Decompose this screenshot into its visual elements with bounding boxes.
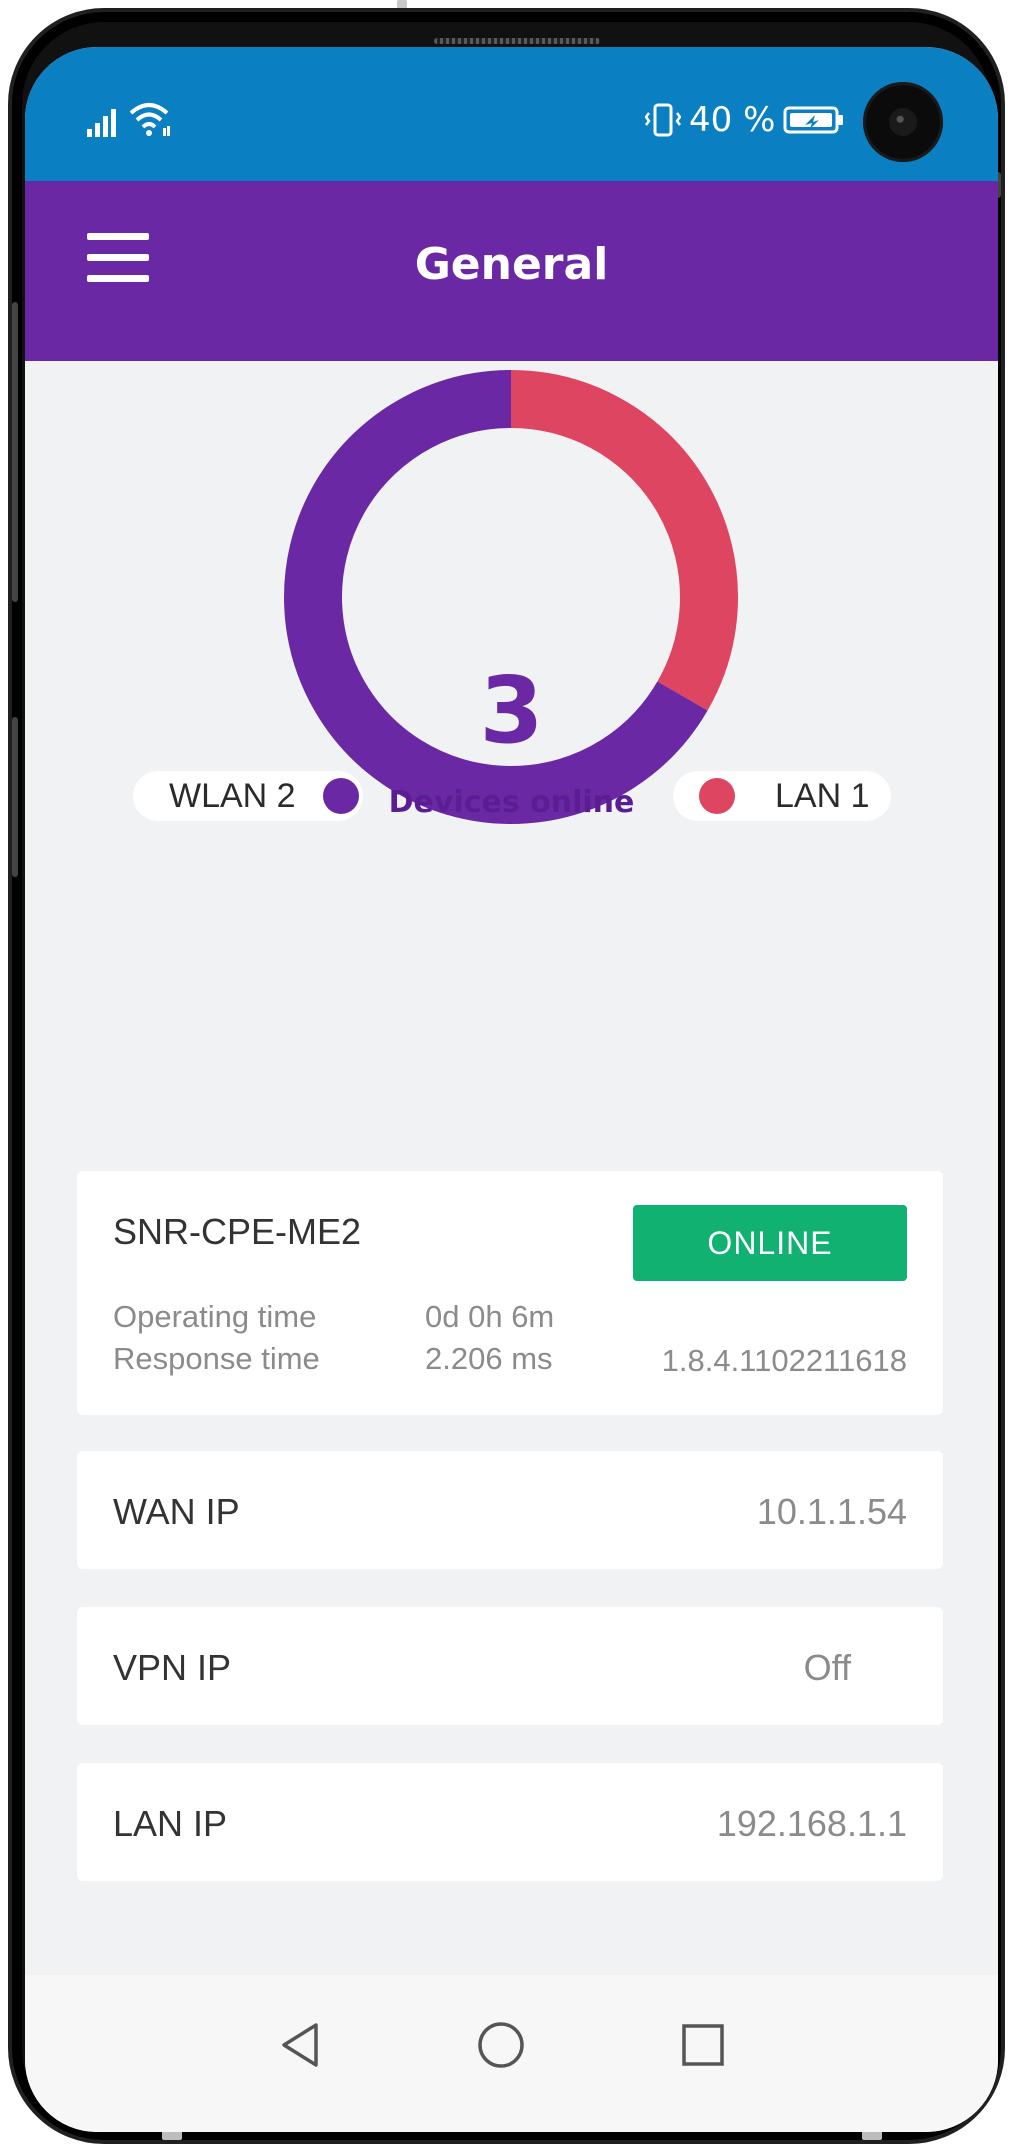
vpn-ip-label: VPN IP (113, 1647, 232, 1688)
front-camera (863, 82, 943, 162)
battery-percent: 40 % (689, 100, 776, 140)
device-name: SNR-CPE-ME2 (113, 1211, 362, 1252)
wan-ip-value: 10.1.1.54 (756, 1491, 907, 1532)
response-time-value: 2.206 ms (425, 1341, 553, 1376)
phone-screen: 40 % General WLAN 2 LAN 1 3 Devices onli… (25, 47, 998, 2132)
vibrate-icon (645, 103, 681, 137)
vpn-ip-value: Off (803, 1647, 851, 1688)
cell-signal-icon (87, 109, 116, 137)
status-bar: 40 % (25, 47, 998, 181)
home-circle-icon[interactable] (471, 2015, 531, 2075)
firmware-version: 1.8.4.1102211618 (661, 1343, 907, 1378)
recent-apps-square-icon[interactable] (673, 2015, 733, 2075)
wan-ip-label: WAN IP (113, 1491, 240, 1532)
page-title: General (414, 239, 609, 290)
devices-online-count: 3 (479, 657, 544, 764)
lan-ip-card[interactable]: LAN IP 192.168.1.1 (77, 1763, 943, 1881)
operating-time-label: Operating time (113, 1299, 317, 1334)
system-nav-bar (25, 1975, 998, 2132)
app-bar: General (25, 181, 998, 361)
response-time-label: Response time (113, 1341, 320, 1376)
volume-button (12, 302, 18, 602)
battery-icon (783, 106, 844, 134)
lan-ip-value: 192.168.1.1 (716, 1803, 907, 1844)
status-right-group: 40 % (645, 100, 845, 140)
devices-chart: WLAN 2 LAN 1 3 Devices online (25, 361, 998, 921)
donut-chart (284, 370, 738, 824)
back-triangle-icon[interactable] (270, 2015, 330, 2075)
status-online-button[interactable]: ONLINE (633, 1205, 907, 1281)
earpiece-speaker (434, 38, 600, 44)
power-button (12, 717, 18, 877)
wifi-icon (129, 103, 170, 136)
donut-segment-lan-1 (510, 370, 738, 711)
device-card[interactable]: SNR-CPE-ME2 ONLINE Operating time Respon… (77, 1171, 943, 1415)
vpn-ip-card[interactable]: VPN IP Off (77, 1607, 943, 1725)
lan-ip-label: LAN IP (113, 1803, 228, 1844)
wan-ip-card[interactable]: WAN IP 10.1.1.54 (77, 1451, 943, 1569)
operating-time-value: 0d 0h 6m (425, 1299, 555, 1334)
devices-online-label: Devices online (388, 785, 635, 820)
